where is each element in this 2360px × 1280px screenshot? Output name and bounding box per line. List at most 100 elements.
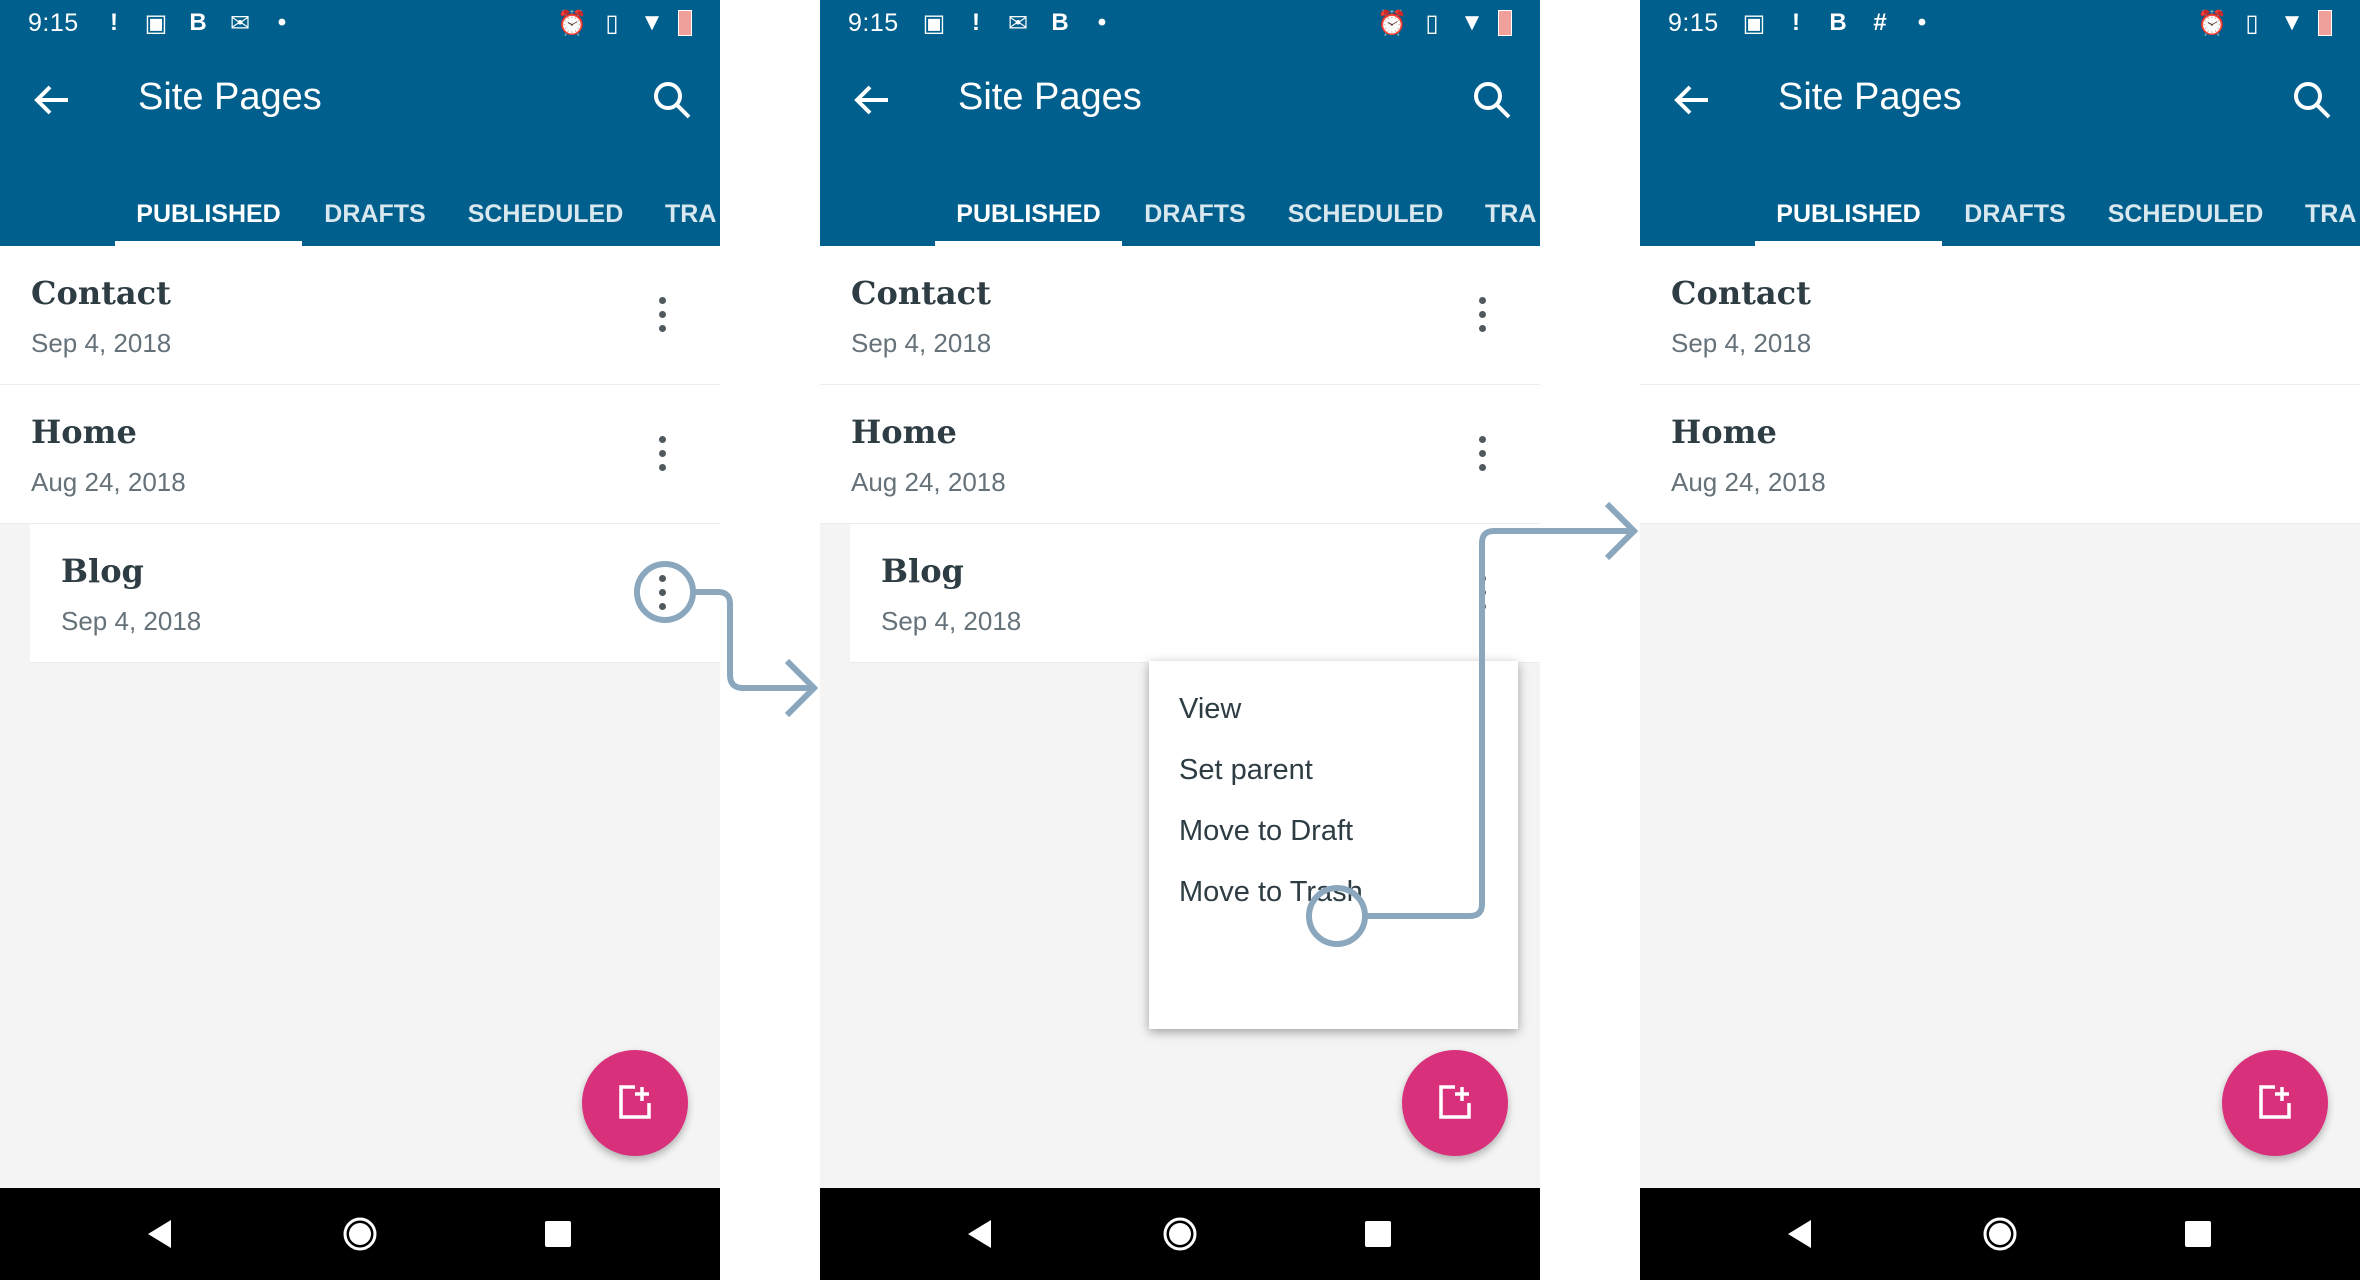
- page-title: Site Pages: [1778, 76, 1962, 118]
- nav-recents-icon[interactable]: [1352, 1208, 1404, 1260]
- tab-trash[interactable]: TRA: [665, 182, 720, 246]
- nav-back-icon[interactable]: [1774, 1208, 1826, 1260]
- add-page-icon: [1439, 1085, 1471, 1119]
- tab-trash[interactable]: TRA: [1485, 182, 1540, 246]
- list-item-home[interactable]: Home Aug 24, 2018: [1640, 385, 2360, 524]
- page-item-date: Sep 4, 2018: [881, 606, 1022, 636]
- nav-back-icon[interactable]: [134, 1208, 186, 1260]
- tab-bar: PUBLISHED DRAFTS SCHEDULED TRA: [820, 182, 1540, 246]
- tab-drafts[interactable]: DRAFTS: [315, 182, 435, 246]
- search-icon[interactable]: [1468, 76, 1516, 124]
- nav-home-icon[interactable]: [334, 1208, 386, 1260]
- page-item-title: Home: [1671, 413, 1777, 451]
- status-time: 9:15: [1668, 9, 1719, 37]
- system-nav-bar: [0, 1188, 720, 1280]
- arrowhead-1: [784, 658, 819, 718]
- menu-item-set-parent[interactable]: Set parent: [1179, 740, 1313, 800]
- page-title: Site Pages: [138, 76, 322, 118]
- status-time: 9:15: [28, 9, 79, 37]
- dot-icon: •: [1097, 9, 1107, 36]
- phone-screen-3: 9:15 ▣ ! B # • ⏰ ▯ ▼ Site Pages PUBLISHE…: [1640, 0, 2360, 1280]
- nav-recents-icon[interactable]: [532, 1208, 584, 1260]
- notification-icons: ▣ ! B # •: [1740, 8, 1936, 38]
- tab-scheduled[interactable]: SCHEDULED: [2098, 182, 2273, 246]
- system-icons: ⏰ ▯ ▼: [2197, 8, 2332, 38]
- page-item-title: Blog: [881, 552, 964, 590]
- b-icon: B: [1829, 9, 1847, 36]
- back-arrow-icon[interactable]: [1668, 76, 1716, 124]
- page-item-date: Sep 4, 2018: [61, 606, 202, 636]
- nav-home-icon[interactable]: [1974, 1208, 2026, 1260]
- system-icons: ⏰ ▯ ▼: [1377, 8, 1512, 38]
- page-list: Contact Sep 4, 2018 Home Aug 24, 2018: [1640, 246, 2360, 1188]
- image-icon: ▣: [922, 9, 946, 37]
- dot-icon: •: [1917, 9, 1927, 36]
- list-item-blog[interactable]: Blog Sep 4, 2018: [850, 524, 1540, 663]
- app-bar: Site Pages PUBLISHED DRAFTS SCHEDULED TR…: [820, 46, 1540, 246]
- nav-home-icon[interactable]: [1154, 1208, 1206, 1260]
- page-item-date: Sep 4, 2018: [851, 328, 992, 358]
- tab-scheduled[interactable]: SCHEDULED: [1278, 182, 1453, 246]
- list-item-contact[interactable]: Contact Sep 4, 2018: [820, 246, 1540, 385]
- tab-trash[interactable]: TRA: [2305, 182, 2360, 246]
- system-nav-bar: [1640, 1188, 2360, 1280]
- list-item-contact[interactable]: Contact Sep 4, 2018: [0, 246, 720, 385]
- more-options-icon[interactable]: [1462, 562, 1502, 622]
- tab-drafts[interactable]: DRAFTS: [1135, 182, 1255, 246]
- page-item-title: Home: [851, 413, 957, 451]
- search-icon[interactable]: [2288, 76, 2336, 124]
- image-icon: ▣: [1742, 9, 1766, 37]
- tab-drafts[interactable]: DRAFTS: [1955, 182, 2075, 246]
- nav-back-icon[interactable]: [954, 1208, 1006, 1260]
- menu-item-move-to-trash[interactable]: Move to Trash: [1179, 862, 1363, 922]
- tab-published[interactable]: PUBLISHED: [935, 182, 1122, 246]
- alert-icon: !: [110, 9, 118, 36]
- list-item-blog[interactable]: Blog Sep 4, 2018: [30, 524, 720, 663]
- more-options-icon[interactable]: [642, 284, 682, 344]
- page-item-date: Sep 4, 2018: [31, 328, 172, 358]
- nav-recents-icon[interactable]: [2172, 1208, 2224, 1260]
- page-item-title: Blog: [61, 552, 144, 590]
- add-page-icon: [2259, 1085, 2291, 1119]
- app-bar: Site Pages PUBLISHED DRAFTS SCHEDULED TR…: [0, 46, 720, 246]
- alert-icon: !: [972, 9, 980, 36]
- search-icon[interactable]: [648, 76, 696, 124]
- vibrate-icon: ▯: [605, 9, 619, 37]
- back-arrow-icon[interactable]: [28, 76, 76, 124]
- mail-icon: ✉: [1007, 9, 1029, 37]
- status-time: 9:15: [848, 9, 899, 37]
- notification-icons: ▣ ! ✉ B •: [920, 8, 1116, 38]
- tab-published[interactable]: PUBLISHED: [1755, 182, 1942, 246]
- page-item-date: Sep 4, 2018: [1671, 328, 1812, 358]
- dot-icon: •: [277, 9, 287, 36]
- list-item-home[interactable]: Home Aug 24, 2018: [0, 385, 720, 524]
- arrowhead-2: [1604, 501, 1639, 561]
- page-item-title: Contact: [851, 274, 991, 312]
- b-icon: B: [189, 9, 207, 36]
- vibrate-icon: ▯: [2245, 9, 2259, 37]
- menu-item-view[interactable]: View: [1179, 679, 1241, 739]
- status-bar: 9:15 ! ▣ B ✉ • ⏰ ▯ ▼: [0, 0, 720, 46]
- tab-bar: PUBLISHED DRAFTS SCHEDULED TRA: [1640, 182, 2360, 246]
- more-options-icon[interactable]: [1462, 423, 1502, 483]
- page-item-date: Aug 24, 2018: [851, 467, 1006, 497]
- list-item-contact[interactable]: Contact Sep 4, 2018: [1640, 246, 2360, 385]
- b-icon: B: [1051, 9, 1069, 36]
- alarm-icon: ⏰: [557, 9, 587, 37]
- add-page-button[interactable]: [1402, 1050, 1508, 1156]
- tab-bar: PUBLISHED DRAFTS SCHEDULED TRA: [0, 182, 720, 246]
- menu-item-move-to-draft[interactable]: Move to Draft: [1179, 801, 1353, 861]
- wifi-icon: ▼: [640, 9, 664, 36]
- alarm-icon: ⏰: [1377, 9, 1407, 37]
- more-options-icon[interactable]: [1462, 284, 1502, 344]
- add-page-button[interactable]: [582, 1050, 688, 1156]
- tab-published[interactable]: PUBLISHED: [115, 182, 302, 246]
- list-item-home[interactable]: Home Aug 24, 2018: [820, 385, 1540, 524]
- tab-scheduled[interactable]: SCHEDULED: [458, 182, 633, 246]
- more-options-icon[interactable]: [642, 562, 682, 622]
- add-page-button[interactable]: [2222, 1050, 2328, 1156]
- more-options-icon[interactable]: [642, 423, 682, 483]
- alert-icon: !: [1792, 9, 1800, 36]
- battery-icon: [678, 9, 692, 37]
- back-arrow-icon[interactable]: [848, 76, 896, 124]
